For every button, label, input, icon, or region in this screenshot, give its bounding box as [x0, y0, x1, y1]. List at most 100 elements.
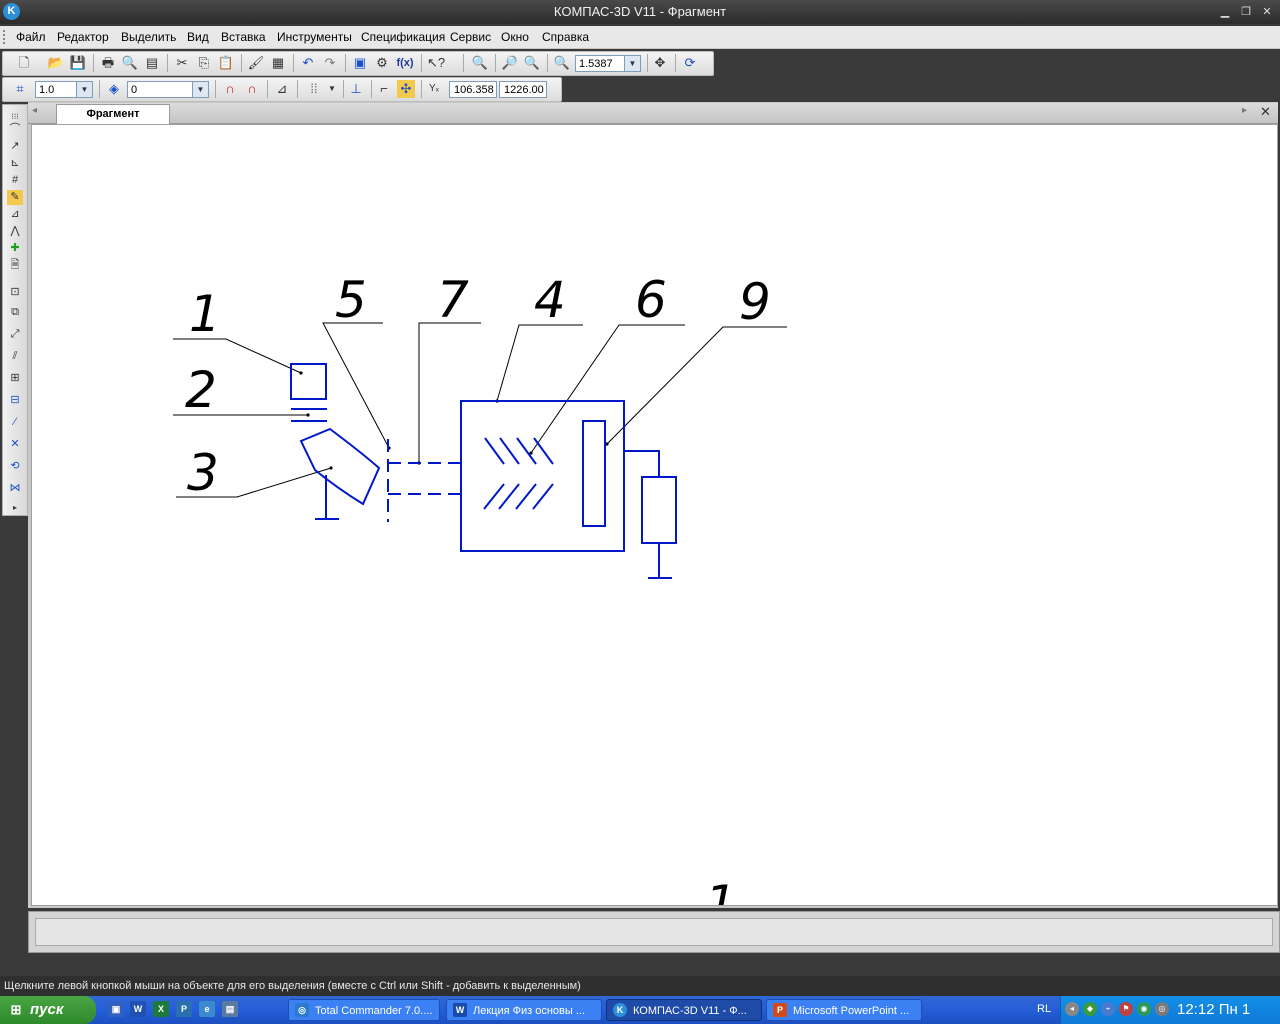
copy-objects-icon[interactable]: ⧉ — [7, 305, 23, 320]
snap-active-icon[interactable]: ✣ — [397, 80, 415, 98]
open-folder-icon[interactable]: 📂 — [47, 54, 65, 72]
chevron-down-icon[interactable]: ▼ — [624, 56, 640, 71]
context-help-icon[interactable]: ↖? — [427, 54, 445, 72]
language-indicator[interactable]: RL — [1037, 1003, 1051, 1015]
refresh-icon[interactable]: ⟳ — [681, 54, 699, 72]
word-icon[interactable]: W — [130, 1001, 146, 1017]
paste-icon[interactable]: 📋 — [217, 54, 235, 72]
browser-icon[interactable]: e — [199, 1001, 215, 1017]
taskbar-button-kompas[interactable]: K КОМПАС-3D V11 - Ф... — [606, 999, 762, 1021]
pan-icon[interactable]: ✥ — [651, 54, 669, 72]
explode-icon[interactable]: ⋈ — [7, 481, 23, 496]
spec-icon[interactable]: ✚ — [7, 241, 23, 256]
grid-step-icon[interactable]: ⌗ — [11, 80, 29, 98]
close-icon[interactable]: ✕ — [1258, 4, 1276, 20]
zoom-combobox[interactable]: 1.5387 ▼ — [575, 55, 641, 72]
grid-icon[interactable]: ⁞⁞ — [305, 80, 323, 98]
chevron-down-icon[interactable]: ▼ — [323, 80, 341, 98]
coord-y-field[interactable]: 1226.00 — [499, 81, 547, 98]
menu-service[interactable]: Сервис — [450, 30, 491, 44]
menu-window[interactable]: Окно — [501, 30, 529, 44]
coord-x-field[interactable]: 106.358 — [449, 81, 497, 98]
array-icon[interactable]: ⊞ — [7, 371, 23, 386]
taskbar-button-total-commander[interactable]: ◎ Total Commander 7.0.... — [288, 999, 440, 1021]
function-icon[interactable]: f(x) — [396, 54, 414, 72]
calculator-icon[interactable]: ▤ — [222, 1001, 238, 1017]
dimensions-icon[interactable]: ↗ — [7, 139, 23, 154]
chevron-down-icon[interactable]: ▼ — [76, 82, 92, 97]
manager-icon[interactable]: ▦ — [269, 54, 287, 72]
layer-combobox[interactable]: 0 ▼ — [127, 81, 209, 98]
tray-security-icon[interactable]: ⚑ — [1119, 1002, 1133, 1016]
library-icon[interactable]: ⚙ — [373, 54, 391, 72]
start-button[interactable]: ⊞ пуск — [0, 996, 96, 1024]
minimize-icon[interactable]: ▁ — [1216, 4, 1234, 20]
tray-network-icon[interactable]: ◆ — [1083, 1002, 1097, 1016]
print-icon[interactable]: 🖶 — [99, 54, 117, 72]
line-scale-combobox[interactable]: 1.0 ▼ — [35, 81, 93, 98]
menu-grip[interactable] — [3, 30, 8, 44]
zoom-out-icon[interactable]: 🔍 — [523, 54, 541, 72]
tray-antivirus-icon[interactable]: ◉ — [1137, 1002, 1151, 1016]
taskbar-button-lecture[interactable]: W Лекция Физ основы ... — [446, 999, 602, 1021]
menu-view[interactable]: Вид — [187, 30, 209, 44]
print-preview-icon[interactable]: 🔍 — [121, 54, 139, 72]
publisher-icon[interactable]: P — [176, 1001, 192, 1017]
taskbar-button-powerpoint[interactable]: P Microsoft PowerPoint ... — [766, 999, 922, 1021]
round-icon[interactable]: ⌐ — [375, 80, 393, 98]
tab-fragment[interactable]: Фрагмент — [56, 104, 170, 124]
quicklaunch-icon[interactable]: ▣ — [108, 1001, 124, 1017]
menu-specification[interactable]: Спецификация — [361, 30, 445, 44]
rotate-icon[interactable]: ⟲ — [7, 459, 23, 474]
tray-back-icon[interactable]: ◂ — [1065, 1002, 1079, 1016]
scale-icon[interactable]: ⤢ — [7, 327, 23, 342]
snap-magnet-icon[interactable]: ∩ — [221, 80, 239, 98]
save-icon[interactable]: 💾 — [69, 54, 87, 72]
close-document-icon[interactable]: ✕ — [1260, 104, 1271, 120]
symmetry-icon[interactable]: ⫽ — [7, 349, 23, 364]
zoom-window-icon[interactable]: 🔍 — [471, 54, 489, 72]
menu-file[interactable]: Файл — [16, 30, 46, 44]
zoom-scale-icon[interactable]: 🔍 — [553, 54, 571, 72]
new-document-icon[interactable]: 🗋 — [15, 54, 33, 72]
restore-icon[interactable]: ❐ — [1237, 4, 1255, 20]
redo-icon[interactable]: ↷ — [321, 54, 339, 72]
format-painter-icon[interactable]: 🖌 — [247, 54, 265, 72]
snap-settings-icon[interactable]: ∩ — [243, 80, 261, 98]
total-commander-icon: ◎ — [295, 1003, 309, 1017]
trim-icon[interactable]: ⁄ — [7, 415, 23, 430]
select-icon[interactable]: ⋀ — [7, 224, 23, 239]
menu-help[interactable]: Справка — [542, 30, 589, 44]
deform-icon[interactable]: ⊟ — [7, 393, 23, 408]
variables-icon[interactable]: ▣ — [351, 54, 369, 72]
insert-icon[interactable]: ⊡ — [7, 285, 23, 300]
copy-icon[interactable]: ⎘ — [195, 54, 213, 72]
tray-volume-icon[interactable]: ◎ — [1155, 1002, 1169, 1016]
undo-icon[interactable]: ↶ — [299, 54, 317, 72]
zoom-in-icon[interactable]: 🔎 — [501, 54, 519, 72]
break-icon[interactable]: ✕ — [7, 437, 23, 452]
cut-icon[interactable]: ✂ — [173, 54, 191, 72]
layer-icon[interactable]: ◈ — [105, 80, 123, 98]
measure-icon[interactable]: ⊿ — [7, 207, 23, 222]
local-cs-icon[interactable]: ⊥ — [347, 80, 365, 98]
expand-icon[interactable]: ▸ — [7, 500, 23, 515]
geometry-icon[interactable]: ⌒ — [7, 122, 23, 137]
drawing-canvas[interactable]: 1 2 3 5 7 4 6 9 1 — [31, 124, 1278, 906]
properties-icon[interactable]: ▤ — [143, 54, 161, 72]
menu-insert[interactable]: Вставка — [221, 30, 266, 44]
reports-icon[interactable]: 🗎 — [7, 258, 23, 273]
menu-select[interactable]: Выделить — [121, 30, 176, 44]
menu-tools[interactable]: Инструменты — [277, 30, 352, 44]
menu-editor[interactable]: Редактор — [57, 30, 109, 44]
tab-scroll-right-icon[interactable]: ▸ — [1242, 105, 1247, 116]
tab-scroll-left-icon[interactable]: ◂ — [32, 105, 37, 116]
editing-icon[interactable]: # — [7, 173, 23, 188]
excel-icon[interactable]: X — [153, 1001, 169, 1017]
parametrization-icon[interactable]: ✎ — [7, 190, 23, 205]
designations-icon[interactable]: ⊾ — [7, 156, 23, 171]
property-panel-field[interactable] — [35, 918, 1273, 946]
tray-usb-icon[interactable]: ⌁ — [1101, 1002, 1115, 1016]
ortho-icon[interactable]: ⊿ — [273, 80, 291, 98]
chevron-down-icon[interactable]: ▼ — [192, 82, 208, 97]
